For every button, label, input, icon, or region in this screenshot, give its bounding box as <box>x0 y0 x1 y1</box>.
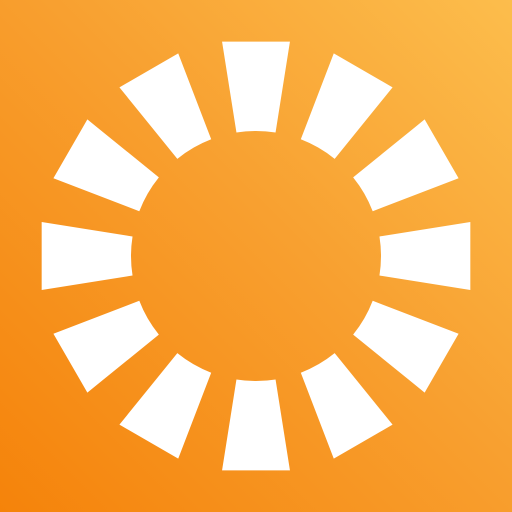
sun-burst-icon <box>0 0 512 512</box>
app-icon <box>0 0 512 512</box>
